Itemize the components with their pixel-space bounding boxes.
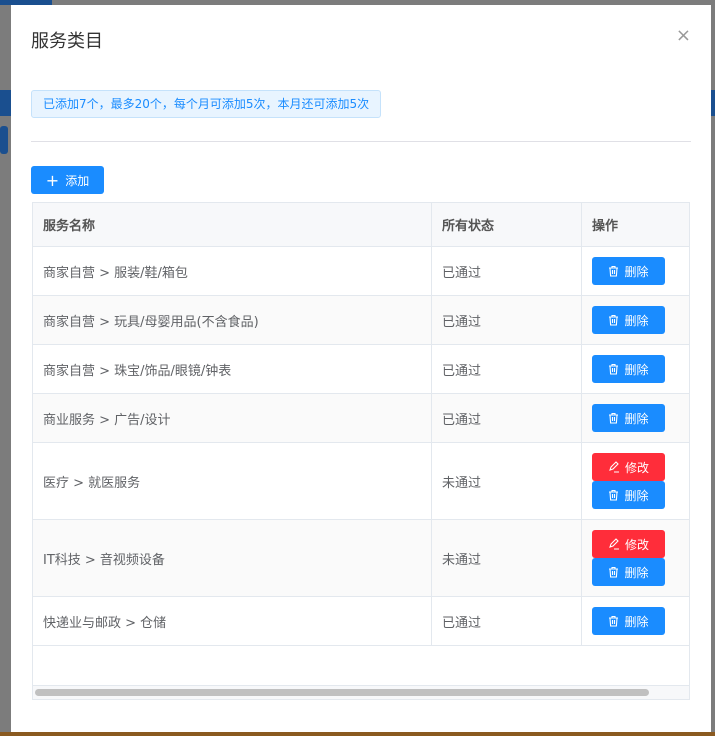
add-button[interactable]: + 添加 [31,166,104,194]
service-table: 服务名称 所有状态 操作 商家自营 > 服装/鞋/箱包 已通过 删除 商家自营 > 玩… [32,202,690,700]
service-status: 已通过 [432,345,582,393]
service-name: 医疗 > 就医服务 [33,443,432,519]
delete-button[interactable]: 删除 [592,558,665,586]
edit-button[interactable]: 修改 [592,453,665,481]
delete-button[interactable]: 删除 [592,257,665,285]
row-actions: 删除 [582,394,689,442]
add-label: 添加 [65,173,90,188]
table-row: 商家自营 > 服装/鞋/箱包 已通过 删除 [33,247,689,296]
service-category-dialog: 服务类目 × 已添加7个，最多20个，每个月可添加5次，本月还可添加5次 + 添加… [11,5,711,732]
table-row: 商家自营 > 珠宝/饰品/眼镜/钟表 已通过 删除 [33,345,689,394]
service-name: 商家自营 > 玩具/母婴用品(不含食品) [33,296,432,344]
trash-icon [608,566,619,578]
delete-button[interactable]: 删除 [592,355,665,383]
service-status: 已通过 [432,597,582,645]
button-label: 删除 [624,565,649,580]
button-label: 删除 [624,488,649,503]
row-actions: 修改 删除 [582,443,689,519]
delete-button[interactable]: 删除 [592,607,665,635]
close-icon[interactable]: × [676,25,691,46]
button-label: 修改 [624,537,649,552]
row-actions: 修改 删除 [582,520,689,596]
service-status: 已通过 [432,247,582,295]
table-row: 商家自营 > 玩具/母婴用品(不含食品) 已通过 删除 [33,296,689,345]
service-status: 已通过 [432,296,582,344]
trash-icon [608,265,619,277]
service-status: 已通过 [432,394,582,442]
plus-icon: + [45,170,60,190]
trash-icon [608,412,619,424]
row-actions: 删除 [582,597,689,645]
service-name: 快递业与邮政 > 仓储 [33,597,432,645]
service-status: 未通过 [432,520,582,596]
row-actions: 删除 [582,296,689,344]
scrollbar-thumb[interactable] [35,689,649,696]
service-name: IT科技 > 音视频设备 [33,520,432,596]
delete-button[interactable]: 删除 [592,404,665,432]
horizontal-scrollbar[interactable] [33,685,689,699]
edit-button[interactable]: 修改 [592,530,665,558]
button-label: 删除 [624,411,649,426]
pencil-icon [608,538,620,550]
table-header: 服务名称 所有状态 操作 [33,203,689,247]
header-actions: 操作 [592,219,619,234]
divider [31,141,691,142]
trash-icon [608,363,619,375]
delete-button[interactable]: 删除 [592,481,665,509]
table-row: IT科技 > 音视频设备 未通过 修改 删除 [33,520,689,597]
service-name: 商家自营 > 珠宝/饰品/眼镜/钟表 [33,345,432,393]
delete-button[interactable]: 删除 [592,306,665,334]
trash-icon [608,489,619,501]
header-name: 服务名称 [33,203,432,246]
service-status: 未通过 [432,443,582,519]
row-actions: 删除 [582,247,689,295]
button-label: 删除 [624,362,649,377]
button-label: 删除 [624,614,649,629]
service-name: 商业服务 > 广告/设计 [33,394,432,442]
dialog-title: 服务类目 [31,31,103,52]
table-row: 医疗 > 就医服务 未通过 修改 删除 [33,443,689,520]
trash-icon [608,615,619,627]
button-label: 修改 [624,460,649,475]
button-label: 删除 [624,313,649,328]
button-label: 删除 [624,264,649,279]
pencil-icon [608,461,620,473]
table-row: 快递业与邮政 > 仓储 已通过 删除 [33,597,689,646]
header-status: 所有状态 [432,203,582,246]
row-actions: 删除 [582,345,689,393]
table-row: 商业服务 > 广告/设计 已通过 删除 [33,394,689,443]
notice-banner: 已添加7个，最多20个，每个月可添加5次，本月还可添加5次 [31,90,382,118]
trash-icon [608,314,619,326]
service-name: 商家自营 > 服装/鞋/箱包 [33,247,432,295]
